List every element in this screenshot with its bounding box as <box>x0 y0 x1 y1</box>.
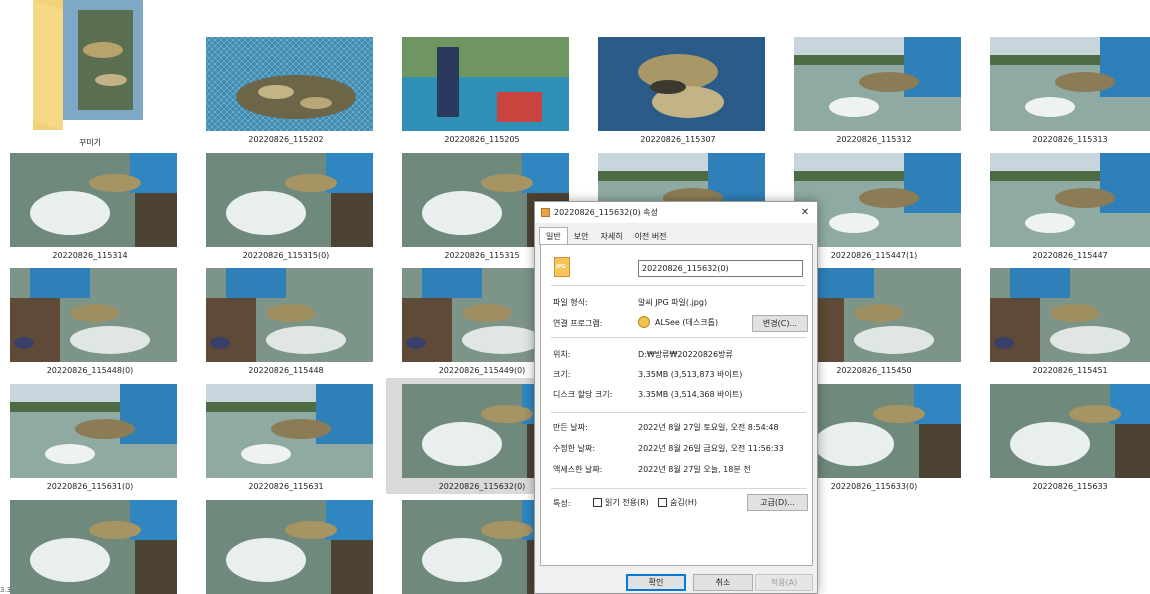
size-on-disk-value: 3.35MB (3,514,368 바이트) <box>638 390 743 399</box>
general-panel: JPG 20220826_115632(0) 파일 형식: 알씨 JPG 파일(… <box>540 244 813 566</box>
thumbnail-image <box>990 268 1150 362</box>
thumbnail-image <box>10 384 177 478</box>
modified-value: 2022년 8월 26일 금요일, 오전 11:56:33 <box>638 444 784 453</box>
created-value: 2022년 8월 27일 토요일, 오전 8:54:48 <box>638 423 779 432</box>
thumbnail-image <box>990 153 1150 247</box>
thumbnail-image <box>206 500 373 594</box>
size-on-disk-label: 디스크 할당 크기: <box>553 390 613 399</box>
file-name: 20220826_115312 <box>836 135 912 144</box>
file-name: 20220826_115448 <box>248 366 324 375</box>
folder-icon[interactable] <box>33 0 143 130</box>
file-name: 20220826_115447 <box>1032 251 1108 260</box>
file-name: 20220826_115307 <box>640 135 716 144</box>
size-label: 크기: <box>553 370 571 379</box>
alsee-app-icon <box>638 316 650 328</box>
thumbnail-image <box>206 153 373 247</box>
file-name: 20220826_115451 <box>1032 366 1108 375</box>
file-type-value: 알씨 JPG 파일(.jpg) <box>638 298 708 307</box>
size-value: 3.35MB (3,513,873 바이트) <box>638 370 743 379</box>
file-name: 20220826_115315(0) <box>242 251 330 260</box>
tab-bar: 일반 보안 자세히 이전 버전 <box>539 227 673 245</box>
created-label: 만든 날짜: <box>553 423 588 432</box>
advanced-button[interactable]: 고급(D)... <box>747 494 808 511</box>
dialog-title: 20220826_115632(0) 속성 <box>554 208 658 217</box>
thumbnail-image <box>990 37 1150 131</box>
modified-label: 수정한 날짜: <box>553 444 596 453</box>
tab-general[interactable]: 일반 <box>539 227 568 245</box>
checkbox-box <box>658 498 667 507</box>
hidden-label: 숨김(H) <box>670 498 697 507</box>
thumbnail-image <box>206 268 373 362</box>
thumbnail-image <box>402 37 569 131</box>
file-name: 20220826_115202 <box>248 135 324 144</box>
readonly-label: 읽기 전용(R) <box>605 498 649 507</box>
accessed-value: 2022년 8월 27일 오늘, 18분 전 <box>638 465 751 474</box>
tab-details[interactable]: 자세히 <box>594 228 628 245</box>
file-name: 20220826_115631 <box>248 482 324 491</box>
thumbnail-image <box>794 153 961 247</box>
tab-security[interactable]: 보안 <box>568 228 595 245</box>
file-type-label: 파일 형식: <box>553 298 588 307</box>
change-button[interactable]: 변경(C)... <box>752 315 808 332</box>
thumbnail-image <box>10 500 177 594</box>
close-button[interactable]: ✕ <box>793 203 817 223</box>
jpg-file-icon <box>541 208 550 217</box>
thumbnail-image <box>794 37 961 131</box>
divider <box>551 337 806 338</box>
hidden-checkbox[interactable]: 숨김(H) <box>658 497 697 508</box>
apply-button[interactable]: 적용(A) <box>755 574 813 591</box>
jpg-file-icon: JPG <box>554 257 570 277</box>
location-value: D:₩방류₩20220826방류 <box>638 350 733 359</box>
filename-input[interactable]: 20220826_115632(0) <box>638 260 803 277</box>
thumbnail-image <box>206 37 373 131</box>
divider <box>551 412 806 413</box>
divider <box>551 488 806 489</box>
file-name: 20220826_115448(0) <box>46 366 134 375</box>
attributes-label: 특성: <box>553 499 571 508</box>
opens-with-value: ALSee (데스크톱) <box>655 318 719 327</box>
thumbnail-image <box>990 384 1150 478</box>
checkbox-box <box>593 498 602 507</box>
folder-name: 꾸미기 <box>78 138 102 147</box>
thumbnail-image <box>206 384 373 478</box>
dialog-titlebar[interactable]: 20220826_115632(0) 속성 ✕ <box>535 202 817 223</box>
tab-previous-versions[interactable]: 이전 버전 <box>629 228 673 245</box>
readonly-checkbox[interactable]: 읽기 전용(R) <box>593 497 649 508</box>
thumbnail-image <box>794 384 961 478</box>
close-icon: ✕ <box>800 207 810 218</box>
file-name: 20220826_115313 <box>1032 135 1108 144</box>
accessed-label: 액세스한 날짜: <box>553 465 603 474</box>
file-name: 20220826_115633 <box>1032 482 1108 491</box>
thumbnail-image <box>598 37 765 131</box>
file-name: 20220826_115631(0) <box>46 482 134 491</box>
divider <box>551 285 806 286</box>
ok-button[interactable]: 확인 <box>626 574 686 591</box>
file-name: 20220826_115205 <box>444 135 520 144</box>
thumbnail-image <box>10 268 177 362</box>
cancel-button[interactable]: 취소 <box>693 574 753 591</box>
thumbnail-image <box>794 268 961 362</box>
file-name: 20220826_115314 <box>52 251 128 260</box>
opens-with-label: 연결 프로그램: <box>553 319 603 328</box>
thumbnail-image <box>10 153 177 247</box>
properties-dialog: 20220826_115632(0) 속성 ✕ 일반 보안 자세히 이전 버전 … <box>534 201 818 594</box>
location-label: 위치: <box>553 350 571 359</box>
